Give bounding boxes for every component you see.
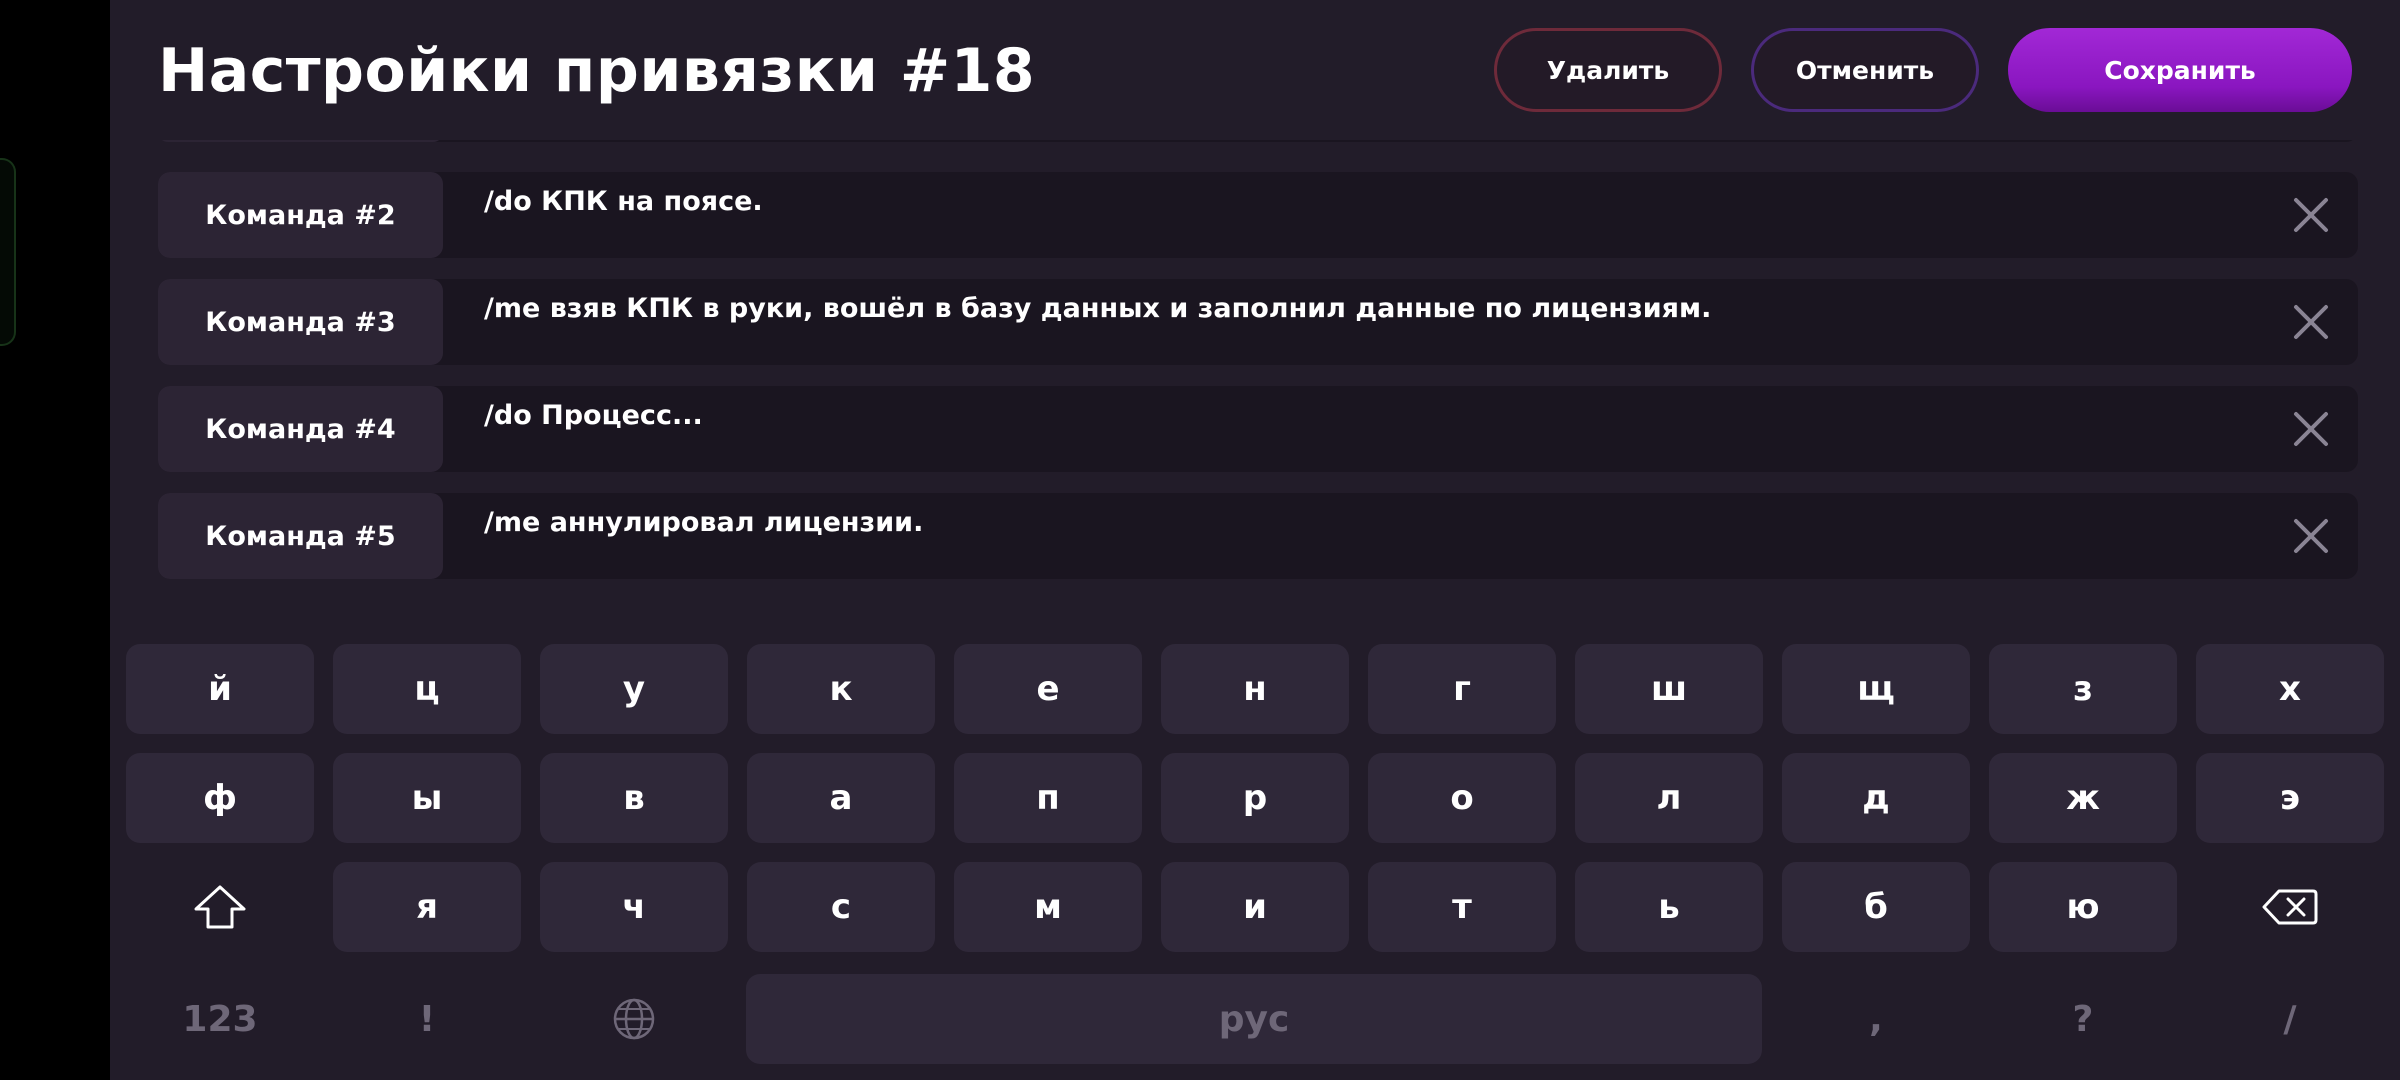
comma-key[interactable]: , bbox=[1782, 974, 1970, 1064]
key[interactable]: щ bbox=[1782, 644, 1970, 734]
key[interactable]: у bbox=[540, 644, 728, 734]
command-text-field[interactable]: /me взяв КПК в руки, вошёл в базу данных… bbox=[484, 293, 1711, 324]
close-icon[interactable] bbox=[2288, 513, 2334, 559]
on-screen-keyboard: й ц у к е н г ш щ з х ф ы в а п р о л д … bbox=[110, 600, 2400, 1080]
command-list: Команда #2 /do КПК на поясе. Команда #3 … bbox=[158, 120, 2358, 600]
left-edge-strip bbox=[0, 0, 110, 1080]
language-key[interactable] bbox=[540, 974, 728, 1064]
key[interactable]: о bbox=[1368, 753, 1556, 843]
backspace-key[interactable] bbox=[2196, 862, 2384, 952]
key[interactable]: г bbox=[1368, 644, 1556, 734]
binding-settings-screen: Настройки привязки #18 Удалить Отменить … bbox=[110, 0, 2400, 1080]
numbers-key[interactable]: 123 bbox=[126, 974, 314, 1064]
key[interactable]: л bbox=[1575, 753, 1763, 843]
key[interactable]: ц bbox=[333, 644, 521, 734]
question-key[interactable]: ? bbox=[1989, 974, 2177, 1064]
key[interactable]: ы bbox=[333, 753, 521, 843]
key[interactable]: ж bbox=[1989, 753, 2177, 843]
key[interactable]: ф bbox=[126, 753, 314, 843]
key[interactable]: р bbox=[1161, 753, 1349, 843]
command-label: Команда #2 bbox=[158, 172, 443, 258]
backspace-icon bbox=[2262, 889, 2318, 925]
command-label: Команда #3 bbox=[158, 279, 443, 365]
save-button[interactable]: Сохранить bbox=[2008, 28, 2352, 112]
key[interactable]: х bbox=[2196, 644, 2384, 734]
key[interactable]: ш bbox=[1575, 644, 1763, 734]
page-title: Настройки привязки #18 bbox=[158, 36, 1036, 106]
key[interactable]: т bbox=[1368, 862, 1556, 952]
key[interactable]: и bbox=[1161, 862, 1349, 952]
side-panel-handle[interactable] bbox=[0, 158, 16, 346]
key[interactable]: ю bbox=[1989, 862, 2177, 952]
cancel-button[interactable]: Отменить bbox=[1751, 28, 1979, 112]
command-text-field[interactable]: /do КПК на поясе. bbox=[484, 186, 763, 217]
command-row: Команда #4 /do Процесс... bbox=[158, 386, 2358, 472]
command-label: Команда #5 bbox=[158, 493, 443, 579]
command-row: Команда #3 /me взяв КПК в руки, вошёл в … bbox=[158, 279, 2358, 365]
shift-icon bbox=[194, 885, 246, 929]
key[interactable]: а bbox=[747, 753, 935, 843]
command-row: Команда #5 /me аннулировал лицензии. bbox=[158, 493, 2358, 579]
key[interactable]: к bbox=[747, 644, 935, 734]
shift-key[interactable] bbox=[126, 862, 314, 952]
command-text-field[interactable]: /do Процесс... bbox=[484, 400, 703, 431]
key[interactable]: з bbox=[1989, 644, 2177, 734]
key[interactable]: ь bbox=[1575, 862, 1763, 952]
slash-key[interactable]: / bbox=[2196, 974, 2384, 1064]
delete-button[interactable]: Удалить bbox=[1494, 28, 1722, 112]
key[interactable]: в bbox=[540, 753, 728, 843]
space-key[interactable]: рус bbox=[746, 974, 1762, 1064]
command-text-field[interactable]: /me аннулировал лицензии. bbox=[484, 507, 923, 538]
key[interactable]: д bbox=[1782, 753, 1970, 843]
exclamation-key[interactable]: ! bbox=[333, 974, 521, 1064]
command-label: Команда #4 bbox=[158, 386, 443, 472]
close-icon[interactable] bbox=[2288, 192, 2334, 238]
key[interactable]: п bbox=[954, 753, 1142, 843]
key[interactable]: н bbox=[1161, 644, 1349, 734]
key[interactable]: я bbox=[333, 862, 521, 952]
command-row: Команда #2 /do КПК на поясе. bbox=[158, 172, 2358, 258]
key[interactable]: й bbox=[126, 644, 314, 734]
key[interactable]: ч bbox=[540, 862, 728, 952]
key[interactable]: э bbox=[2196, 753, 2384, 843]
globe-icon bbox=[613, 998, 655, 1040]
close-icon[interactable] bbox=[2288, 406, 2334, 452]
key[interactable]: м bbox=[954, 862, 1142, 952]
close-icon[interactable] bbox=[2288, 299, 2334, 345]
header: Настройки привязки #18 Удалить Отменить … bbox=[110, 0, 2400, 140]
key[interactable]: б bbox=[1782, 862, 1970, 952]
key[interactable]: с bbox=[747, 862, 935, 952]
key[interactable]: е bbox=[954, 644, 1142, 734]
